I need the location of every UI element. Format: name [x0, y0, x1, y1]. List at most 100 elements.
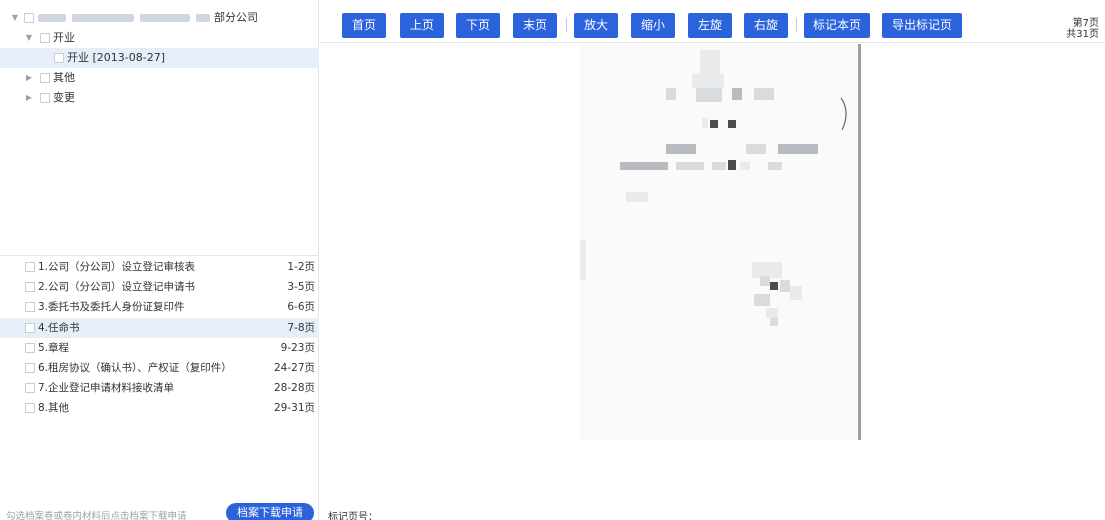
redacted-name	[72, 14, 134, 22]
material-item[interactable]: 7.企业登记申请材料接收清单 28-28页	[0, 378, 319, 398]
scan-block	[620, 162, 668, 170]
caret-down-icon[interactable]: ▼	[24, 28, 34, 48]
material-label: 3.委托书及委托人身份证复印件	[38, 301, 185, 314]
material-item-selected[interactable]: 4.任命书 7-8页	[0, 317, 319, 338]
caret-right-icon[interactable]: ▶	[24, 88, 34, 108]
scan-block	[692, 74, 724, 88]
material-checkbox[interactable]	[25, 282, 35, 293]
toolbar-separator	[566, 18, 567, 32]
tree-node-checkbox[interactable]	[40, 73, 50, 83]
tree-node-label: 开业	[53, 31, 75, 44]
document-viewer[interactable]	[320, 44, 1105, 501]
document-page-image	[580, 44, 861, 440]
viewer-toolbar: 首页 上页 下页 末页 放大 缩小 左旋 右旋 标记本页 导出标记页 第7页 共…	[320, 0, 1105, 43]
next-page-button[interactable]: 下页	[456, 13, 500, 38]
zoom-in-button[interactable]: 放大	[574, 13, 618, 38]
page-indicator: 第7页 共31页	[1066, 18, 1099, 40]
tree-root[interactable]: ▼ 部分公司	[0, 8, 319, 28]
material-item[interactable]: 8.其他 29-31页	[0, 398, 319, 418]
scan-block	[768, 162, 782, 170]
material-pages: 9-23页	[280, 341, 315, 354]
tree-node-label: 其他	[53, 71, 75, 84]
material-pages: 3-5页	[287, 281, 315, 294]
total-pages: 共31页	[1066, 29, 1099, 40]
material-list: 1.公司（分公司）设立登记审核表 1-2页 2.公司（分公司）设立登记申请书 3…	[0, 257, 319, 419]
mark-bar: 标记页号：	[320, 501, 1105, 520]
rotate-right-button[interactable]: 右旋	[744, 13, 788, 38]
material-pages: 7-8页	[287, 321, 315, 334]
scan-block	[770, 318, 778, 326]
caret-down-icon[interactable]: ▼	[10, 8, 20, 28]
material-pages: 29-31页	[273, 402, 315, 415]
scan-block	[710, 120, 718, 128]
material-checkbox[interactable]	[25, 362, 35, 373]
panel-divider	[0, 255, 319, 256]
export-marked-button[interactable]: 导出标记页	[882, 13, 962, 38]
scan-block	[676, 162, 704, 170]
handwriting-stroke	[840, 97, 847, 131]
redacted-name	[38, 14, 66, 22]
archive-tree: ▼ 部分公司 ▼ 开业 开业 [2013-08-27] ▶ 其他 ▶ 变更	[0, 8, 319, 248]
tree-node-checkbox[interactable]	[40, 93, 50, 103]
tree-root-checkbox[interactable]	[24, 13, 34, 23]
download-hint: 勾选档案卷或卷内材料后点击档案下载申请	[6, 511, 187, 520]
redacted-name	[140, 14, 190, 22]
scan-block	[754, 88, 774, 100]
marked-pages-label: 标记页号：	[328, 512, 378, 520]
material-checkbox[interactable]	[25, 322, 35, 333]
material-item[interactable]: 1.公司（分公司）设立登记审核表 1-2页	[0, 257, 319, 277]
material-checkbox[interactable]	[25, 302, 35, 313]
download-request-button[interactable]: 档案下载申请	[226, 503, 314, 520]
material-checkbox[interactable]	[25, 262, 35, 272]
scan-block	[626, 192, 648, 202]
material-label: 2.公司（分公司）设立登记申请书	[38, 281, 196, 294]
tree-node-open-2013-08-27[interactable]: 开业 [2013-08-27]	[0, 48, 319, 68]
scan-block	[728, 120, 736, 128]
scan-block	[780, 280, 790, 292]
scan-block	[580, 240, 586, 280]
material-checkbox[interactable]	[25, 342, 35, 353]
prev-page-button[interactable]: 上页	[400, 13, 444, 38]
toolbar-separator	[796, 18, 797, 32]
scan-block	[766, 308, 778, 318]
scan-block	[760, 276, 770, 286]
scan-block	[746, 144, 766, 154]
last-page-button[interactable]: 末页	[513, 13, 557, 38]
material-checkbox[interactable]	[25, 403, 35, 414]
zoom-out-button[interactable]: 缩小	[631, 13, 675, 38]
tree-node-other[interactable]: ▶ 其他	[0, 68, 319, 88]
redacted-name	[196, 14, 210, 22]
scan-block	[728, 160, 736, 170]
tree-node-change[interactable]: ▶ 变更	[0, 88, 319, 108]
tree-node-label: 开业 [2013-08-27]	[67, 51, 166, 64]
material-item[interactable]: 3.委托书及委托人身份证复印件 6-6页	[0, 297, 319, 317]
tree-node-checkbox[interactable]	[40, 33, 50, 43]
material-item[interactable]: 5.章程 9-23页	[0, 338, 319, 358]
material-label: 1.公司（分公司）设立登记审核表	[38, 261, 196, 273]
left-panel: ▼ 部分公司 ▼ 开业 开业 [2013-08-27] ▶ 其他 ▶ 变更 1.…	[0, 0, 319, 520]
material-label: 4.任命书	[38, 321, 80, 334]
material-label: 5.章程	[38, 341, 70, 354]
scan-block	[740, 162, 750, 170]
tree-node-open[interactable]: ▼ 开业	[0, 28, 319, 48]
rotate-left-button[interactable]: 左旋	[688, 13, 732, 38]
material-label: 8.其他	[38, 402, 70, 415]
tree-root-label: 部分公司	[214, 11, 258, 24]
download-footer: 勾选档案卷或卷内材料后点击档案下载申请 档案下载申请	[0, 501, 319, 520]
current-page: 第7页	[1072, 18, 1099, 29]
scan-block	[770, 282, 778, 290]
tree-node-checkbox[interactable]	[54, 53, 64, 63]
material-checkbox[interactable]	[25, 383, 35, 394]
material-pages: 28-28页	[273, 382, 315, 395]
scan-block	[696, 88, 722, 102]
material-item[interactable]: 2.公司（分公司）设立登记申请书 3-5页	[0, 277, 319, 297]
caret-right-icon[interactable]: ▶	[24, 68, 34, 88]
tree-node-label: 变更	[53, 91, 75, 104]
scan-block	[666, 88, 676, 100]
mark-page-button[interactable]: 标记本页	[804, 13, 870, 38]
material-item[interactable]: 6.租房协议（确认书）、产权证（复印件） 24-27页	[0, 358, 319, 378]
material-pages: 1-2页	[287, 261, 315, 273]
material-label: 7.企业登记申请材料接收清单	[38, 382, 175, 395]
scan-block	[666, 144, 696, 154]
first-page-button[interactable]: 首页	[342, 13, 386, 38]
